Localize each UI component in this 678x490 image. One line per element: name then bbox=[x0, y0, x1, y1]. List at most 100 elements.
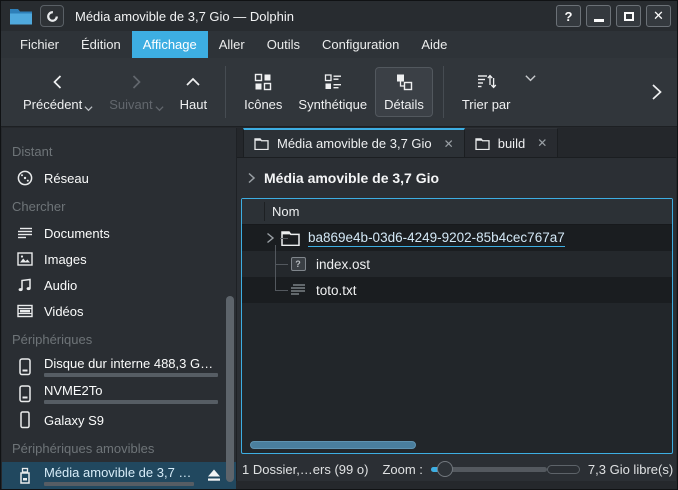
menu-aide[interactable]: Aide bbox=[410, 31, 458, 58]
column-header-label: Nom bbox=[242, 204, 299, 219]
free-space-label: 7,3 Gio libre(s) bbox=[588, 462, 673, 477]
hard-drive-icon bbox=[15, 357, 35, 377]
app-folder-icon bbox=[9, 6, 33, 26]
sidebar-item-videos[interactable]: Vidéos bbox=[2, 298, 236, 324]
tree-line bbox=[275, 245, 276, 291]
usb-drive-icon bbox=[15, 466, 35, 486]
compact-view-button[interactable]: Synthétique bbox=[290, 68, 375, 116]
help-icon: ? bbox=[565, 9, 573, 24]
breadcrumb-location[interactable]: Média amovible de 3,7 Gio bbox=[264, 170, 439, 186]
sidebar-item-nvme2to[interactable]: NVME2To bbox=[2, 380, 236, 407]
section-header-chercher: Chercher bbox=[2, 191, 236, 220]
details-view-icon bbox=[394, 72, 414, 92]
details-view-button[interactable]: Détails bbox=[375, 67, 433, 117]
section-header-peripheriques-amovibles: Périphériques amovibles bbox=[2, 433, 236, 462]
zoom-slider[interactable] bbox=[431, 461, 547, 477]
tree-line bbox=[275, 264, 288, 265]
toolbar-separator bbox=[225, 66, 226, 118]
section-header-peripheriques: Périphériques bbox=[2, 324, 236, 353]
tab-build[interactable]: build ✕ bbox=[465, 128, 559, 157]
hard-drive-icon bbox=[15, 384, 35, 404]
unknown-file-icon: ? bbox=[288, 255, 308, 273]
chevron-up-icon bbox=[183, 72, 203, 92]
column-divider bbox=[264, 202, 265, 221]
sort-by-button[interactable]: Trier par bbox=[454, 68, 519, 116]
menu-edition[interactable]: Édition bbox=[70, 31, 132, 58]
disk-usage-bar bbox=[44, 482, 194, 486]
sidebar-item-disque-dur[interactable]: Disque dur interne 488,3 G… bbox=[2, 353, 236, 380]
icons-view-icon bbox=[253, 72, 273, 92]
images-icon bbox=[15, 249, 35, 269]
tab-media-amovible[interactable]: Média amovible de 3,7 Gio ✕ bbox=[243, 128, 465, 157]
breadcrumb-chevron-icon[interactable] bbox=[247, 172, 256, 184]
minimize-button[interactable] bbox=[586, 5, 611, 27]
text-file-icon bbox=[288, 281, 308, 299]
column-header[interactable]: Nom bbox=[242, 199, 672, 225]
back-button[interactable]: Précédent bbox=[15, 68, 101, 116]
forward-button[interactable]: Suivant bbox=[101, 68, 171, 116]
disk-usage-bar bbox=[44, 400, 218, 404]
sidebar-item-reseau[interactable]: Réseau bbox=[2, 165, 236, 191]
file-row-toto-txt[interactable]: toto.txt bbox=[242, 277, 672, 303]
disk-usage-bar bbox=[44, 373, 218, 377]
chevron-down-icon bbox=[155, 105, 164, 112]
file-row-folder[interactable]: ba869e4b-03d6-4249-9202-85b4cec767a7 bbox=[242, 225, 672, 251]
sort-dropdown-chevron-icon[interactable] bbox=[524, 74, 537, 83]
titlebar: Média amovible de 3,7 Gio — Dolphin ? ✕ bbox=[1, 1, 677, 31]
documents-icon bbox=[15, 223, 35, 243]
dolphin-window: Média amovible de 3,7 Gio — Dolphin ? ✕ … bbox=[0, 0, 678, 490]
tree-line bbox=[275, 290, 288, 291]
sidebar-scrollbar[interactable] bbox=[226, 296, 234, 482]
compact-view-icon bbox=[323, 72, 343, 92]
minimize-icon bbox=[594, 19, 604, 22]
tree-line bbox=[280, 238, 288, 239]
network-icon bbox=[15, 168, 35, 188]
help-button[interactable]: ? bbox=[556, 5, 581, 27]
maximize-icon bbox=[624, 12, 634, 21]
chevron-left-icon bbox=[48, 72, 68, 92]
menu-aller[interactable]: Aller bbox=[208, 31, 256, 58]
videos-icon bbox=[15, 301, 35, 321]
menubar: Fichier Édition Affichage Aller Outils C… bbox=[1, 31, 677, 58]
ring-icon bbox=[46, 10, 59, 23]
file-row-index-ost[interactable]: ? index.ost bbox=[242, 251, 672, 277]
file-view: Nom ba869e4b-03d6-4249-9202-85b4cec767a7… bbox=[241, 198, 673, 454]
menu-fichier[interactable]: Fichier bbox=[9, 31, 70, 58]
sidebar-item-images[interactable]: Images bbox=[2, 246, 236, 272]
menu-outils[interactable]: Outils bbox=[256, 31, 311, 58]
zoom-slider-handle[interactable] bbox=[437, 461, 453, 477]
places-panel: Distant Réseau Chercher Documents Images bbox=[2, 128, 237, 481]
tab-bar: Média amovible de 3,7 Gio ✕ build ✕ bbox=[237, 128, 676, 158]
menu-affichage[interactable]: Affichage bbox=[132, 31, 208, 58]
menu-configuration[interactable]: Configuration bbox=[311, 31, 410, 58]
window-title: Média amovible de 3,7 Gio — Dolphin bbox=[75, 9, 549, 24]
horizontal-scrollbar[interactable] bbox=[250, 441, 416, 449]
audio-icon bbox=[15, 275, 35, 295]
free-space-bar bbox=[547, 465, 580, 474]
up-button[interactable]: Haut bbox=[172, 68, 215, 116]
sidebar-item-media-amovible[interactable]: Média amovible de 3,7 … bbox=[2, 462, 236, 489]
sidebar-item-galaxy-s9[interactable]: Galaxy S9 bbox=[2, 407, 236, 433]
section-header-distant: Distant bbox=[2, 136, 236, 165]
expander-chevron-icon[interactable] bbox=[264, 232, 276, 244]
close-tab-icon[interactable]: ✕ bbox=[444, 137, 454, 151]
eject-icon bbox=[206, 469, 222, 482]
main-pane: Média amovible de 3,7 Gio ✕ build ✕ Médi… bbox=[237, 128, 676, 481]
toolbar-overflow-chevron-icon[interactable] bbox=[650, 83, 663, 101]
window-menu-button[interactable] bbox=[40, 5, 64, 27]
close-button[interactable]: ✕ bbox=[646, 5, 671, 27]
close-icon: ✕ bbox=[653, 8, 664, 24]
eject-button[interactable] bbox=[206, 469, 222, 482]
zoom-label: Zoom : bbox=[382, 462, 422, 477]
sidebar-item-audio[interactable]: Audio bbox=[2, 272, 236, 298]
phone-icon bbox=[15, 410, 35, 430]
folder-icon bbox=[475, 137, 490, 150]
sidebar-item-documents[interactable]: Documents bbox=[2, 220, 236, 246]
breadcrumb: Média amovible de 3,7 Gio bbox=[237, 158, 676, 198]
statusbar: 1 Dossier,…ers (99 o) Zoom : 7,3 Gio lib… bbox=[237, 454, 676, 484]
maximize-button[interactable] bbox=[616, 5, 641, 27]
sort-icon bbox=[475, 72, 497, 92]
close-tab-icon[interactable]: ✕ bbox=[537, 136, 547, 150]
icons-view-button[interactable]: Icônes bbox=[236, 68, 290, 116]
chevron-down-icon bbox=[84, 105, 93, 112]
